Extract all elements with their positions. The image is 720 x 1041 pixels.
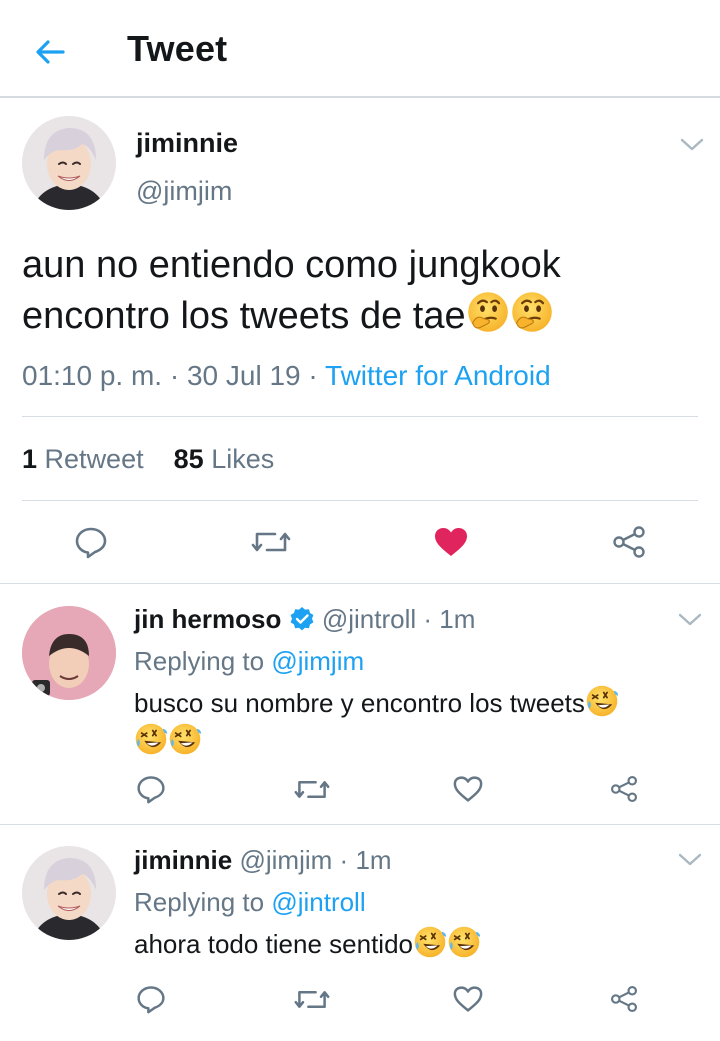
reply-age: 1m [355,845,392,875]
retweet-icon [251,532,291,552]
thinking-face-icon [466,290,510,334]
likes-stat[interactable]: 85 Likes [174,444,275,474]
retweet-button[interactable] [290,980,334,1018]
reply-text: busco su nombre y encontro los tweets [134,684,694,760]
likes-label: Likes [211,444,275,474]
tweet-date: 30 Jul 19 [186,360,301,391]
share-button[interactable] [604,770,644,808]
reply-icon [75,527,107,559]
replying-to: Replying to @jintroll [134,887,366,918]
author-handle[interactable]: @jimjim [136,176,232,207]
tweet-stats: 1 Retweet 85 Likes [22,444,274,475]
replying-to-label: Replying to [134,646,265,676]
separator: · [308,360,318,391]
replying-to: Replying to @jimjim [134,646,364,677]
separator: · [339,845,349,875]
reply-icon [137,986,165,1014]
tweet-text: aun no entiendo como jungkook encontro l… [22,240,682,341]
reply-text: ahora todo tiene sentido [134,925,694,963]
reply-text-body: busco su nombre y encontro los tweets [134,688,585,718]
heart-filled-icon [435,528,467,556]
back-button[interactable] [28,30,72,74]
top-app-bar: Tweet [0,0,720,98]
tweet-meta: 01:10 p. m. · 30 Jul 19 · Twitter for An… [22,360,551,392]
thinking-face-icon [510,290,554,334]
replying-to-label: Replying to [134,887,265,917]
retweet-button[interactable] [290,770,334,808]
avatar[interactable] [22,846,116,940]
rolling-laughing-face-icon [585,684,619,718]
like-button[interactable] [448,770,488,808]
share-icon [613,526,645,558]
rolling-laughing-face-icon [168,722,202,756]
tweet-time: 01:10 p. m. [22,360,163,391]
retweet-button[interactable] [246,520,296,564]
retweets-stat[interactable]: 1 Retweet [22,444,144,474]
retweets-label: Retweet [44,444,144,474]
reply-text-body: ahora todo tiene sentido [134,929,413,959]
divider [22,500,698,501]
reply-button[interactable] [132,770,170,808]
share-icon [610,985,638,1013]
reply-icon [137,776,165,804]
divider [22,416,698,417]
separator: · [423,604,433,634]
reply-author-name[interactable]: jiminnie [134,845,232,875]
tweet-source-link[interactable]: Twitter for Android [325,360,551,391]
reply-header: jin hermoso @jintroll · 1m [134,604,475,635]
separator: · [169,360,180,391]
reply-author-handle[interactable]: @jimjim [239,845,332,875]
like-button[interactable] [428,520,474,564]
replying-to-link[interactable]: @jimjim [271,646,364,676]
reply-button[interactable] [132,980,170,1018]
likes-count: 85 [173,444,204,474]
rolling-laughing-face-icon [413,925,447,959]
divider [0,583,720,584]
replying-to-link[interactable]: @jintroll [271,887,365,917]
heart-icon [453,776,483,802]
divider [0,824,720,825]
like-button[interactable] [448,980,488,1018]
rolling-laughing-face-icon [134,722,168,756]
reply-author-name[interactable]: jin hermoso [134,604,281,634]
page-title: Tweet [127,28,228,69]
avatar[interactable] [22,606,116,700]
rolling-laughing-face-icon [447,925,481,959]
share-button[interactable] [604,980,644,1018]
share-button[interactable] [606,520,652,564]
share-icon [610,775,638,803]
arrow-left-icon [36,40,65,64]
reply-button[interactable] [68,520,114,564]
retweet-icon [294,990,330,1008]
chevron-down-icon[interactable] [678,135,706,155]
retweets-count: 1 [22,444,38,474]
author-name[interactable]: jiminnie [136,128,238,159]
chevron-down-icon[interactable] [676,610,704,630]
chevron-down-icon[interactable] [676,850,704,870]
reply-header: jiminnie @jimjim · 1m [134,845,392,876]
reply-age: 1m [439,604,476,634]
heart-icon [453,986,483,1012]
reply-author-handle[interactable]: @jintroll [322,604,416,634]
avatar[interactable] [22,116,116,210]
retweet-icon [294,780,330,798]
verified-badge-icon [290,607,313,631]
